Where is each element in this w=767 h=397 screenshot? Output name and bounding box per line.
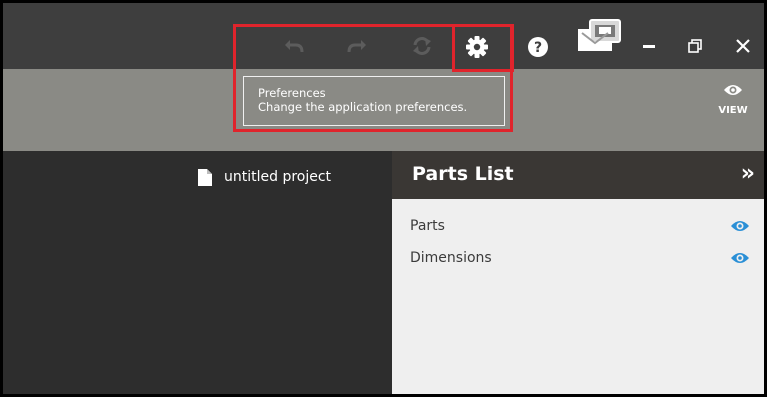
redo-icon[interactable] — [346, 35, 368, 57]
tooltip-description: Change the application preferences. — [258, 100, 468, 114]
parts-list-panel: Parts Dimensions — [392, 199, 764, 394]
help-icon[interactable]: ? — [526, 35, 550, 59]
minimize-icon[interactable] — [643, 45, 655, 48]
restore-icon[interactable] — [687, 38, 703, 54]
close-icon[interactable] — [734, 37, 752, 55]
parts-list-title: Parts List — [412, 163, 514, 185]
svg-text:?: ? — [534, 40, 542, 56]
eye-icon[interactable] — [730, 251, 750, 265]
view-button[interactable]: VIEW — [715, 83, 751, 133]
dimensions-label: Dimensions — [410, 250, 492, 266]
eye-icon — [724, 85, 742, 95]
refresh-icon[interactable] — [410, 35, 434, 57]
title-bar: ? — [3, 3, 764, 69]
list-item: Dimensions — [410, 248, 750, 268]
gear-icon[interactable] — [464, 34, 490, 60]
document-icon — [198, 168, 212, 186]
list-item: Parts — [410, 216, 750, 236]
tooltip-title: Preferences — [258, 86, 326, 100]
project-name: untitled project — [224, 169, 332, 185]
parts-list-header: Parts List » — [392, 151, 764, 199]
view-label: VIEW — [718, 105, 748, 116]
project-tab[interactable]: untitled project — [198, 167, 331, 187]
undo-icon[interactable] — [283, 35, 305, 57]
display-mode-icon[interactable] — [574, 17, 622, 55]
eye-icon[interactable] — [730, 219, 750, 233]
parts-label: Parts — [410, 218, 445, 234]
collapse-panel-button[interactable]: » — [741, 163, 755, 185]
app-window: ? VIEW Preferences Change the applicatio… — [0, 0, 767, 397]
workspace-pane — [3, 151, 392, 394]
preferences-tooltip: Preferences Change the application prefe… — [243, 76, 505, 126]
